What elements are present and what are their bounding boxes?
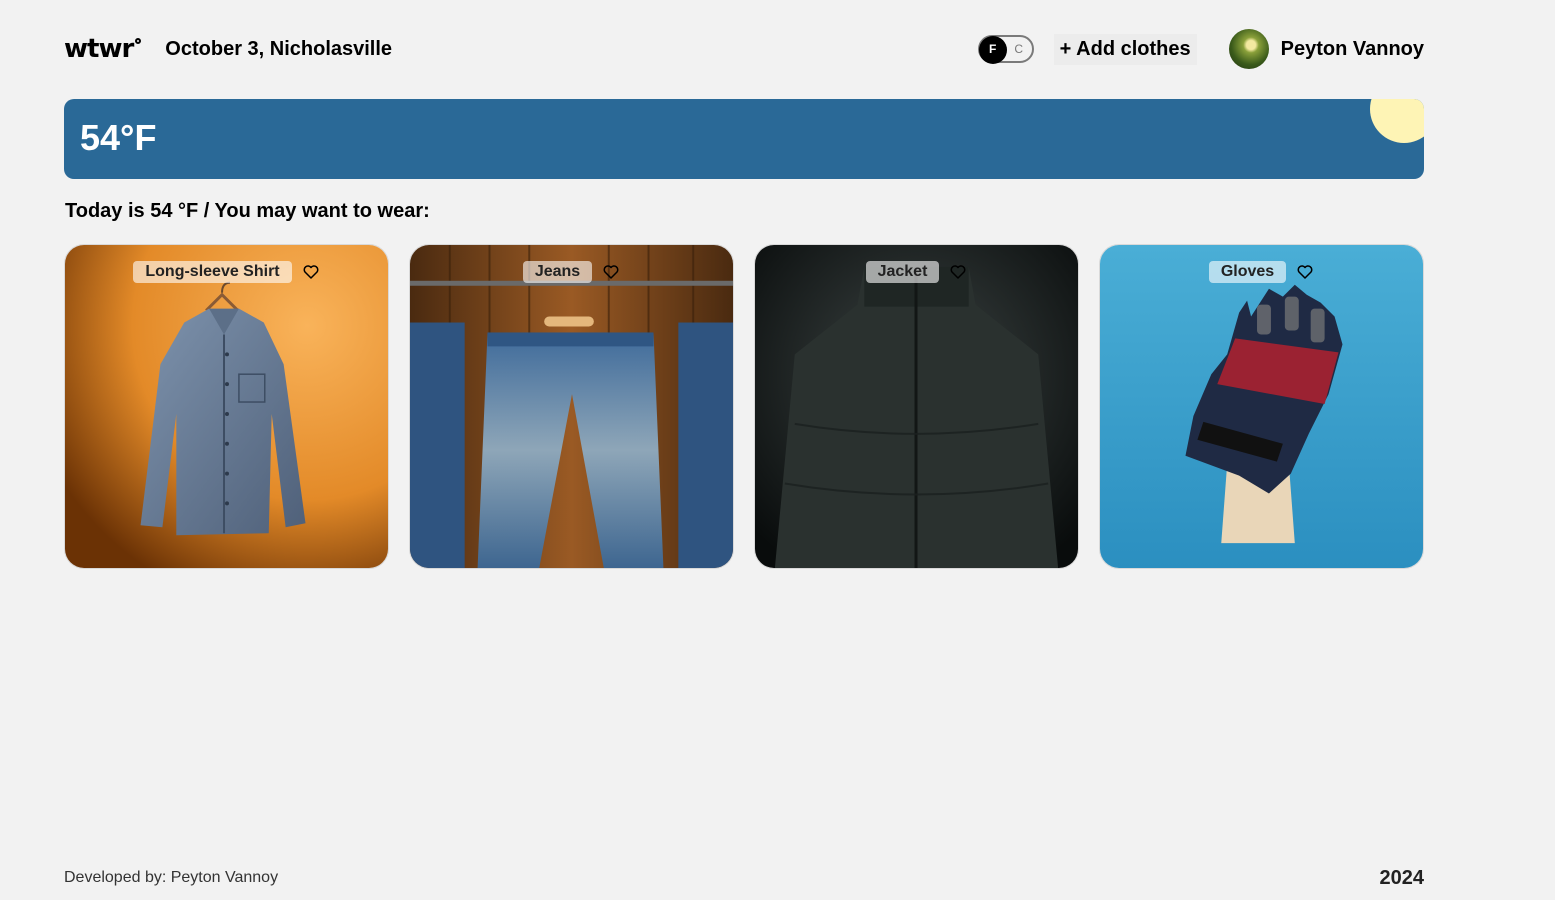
- card-header: Long-sleeve Shirt: [65, 261, 388, 283]
- like-heart-icon[interactable]: [949, 263, 967, 281]
- clothing-card[interactable]: Gloves: [1099, 244, 1424, 569]
- wear-suggestion: Today is 54 °F / You may want to wear:: [65, 200, 430, 222]
- jacket-image: [755, 245, 1078, 568]
- temperature-unit-toggle[interactable]: F C: [977, 35, 1034, 64]
- card-header: Gloves: [1100, 261, 1423, 283]
- add-clothes-button[interactable]: + Add clothes: [1053, 33, 1197, 65]
- clothing-card[interactable]: Long-sleeve Shirt: [64, 244, 389, 569]
- card-header: Jacket: [755, 261, 1078, 283]
- developer-credit: Developed by: Peyton Vannoy: [64, 869, 279, 886]
- card-header: Jeans: [410, 261, 733, 283]
- logo-text: wtwr: [64, 34, 134, 64]
- username[interactable]: Peyton Vannoy: [1281, 38, 1424, 61]
- avatar[interactable]: [1228, 29, 1269, 69]
- jeans-image: [410, 245, 733, 568]
- app-logo[interactable]: wtwr: [64, 34, 142, 64]
- footer-year: 2024: [1379, 866, 1425, 889]
- shirt-image: [65, 245, 388, 568]
- sun-icon: [1370, 99, 1424, 143]
- weather-card: 54°F: [64, 99, 1424, 179]
- clothing-card[interactable]: Jacket: [754, 244, 1079, 569]
- like-heart-icon[interactable]: [302, 263, 320, 281]
- date-location: October 3, Nicholasville: [165, 37, 393, 60]
- weather-temperature: 54°F: [80, 117, 157, 158]
- gloves-image: [1100, 245, 1423, 568]
- card-label: Jacket: [865, 261, 940, 283]
- app-header: wtwr October 3, Nicholasville F C + Add …: [64, 28, 1424, 70]
- toggle-fahrenheit-label: F: [989, 42, 997, 56]
- card-label: Jeans: [522, 261, 593, 283]
- card-label: Long-sleeve Shirt: [133, 261, 292, 283]
- like-heart-icon[interactable]: [1296, 263, 1314, 281]
- logo-degree-mark: [135, 38, 142, 44]
- card-label: Gloves: [1208, 261, 1287, 283]
- like-heart-icon[interactable]: [602, 263, 620, 281]
- clothing-cards: Long-sleeve Shirt Jeans Jacket Gloves: [64, 244, 1424, 569]
- clothing-card[interactable]: Jeans: [409, 244, 734, 569]
- page-footer: Developed by: Peyton Vannoy 2024: [64, 856, 1424, 900]
- toggle-celsius-label: C: [1014, 42, 1023, 56]
